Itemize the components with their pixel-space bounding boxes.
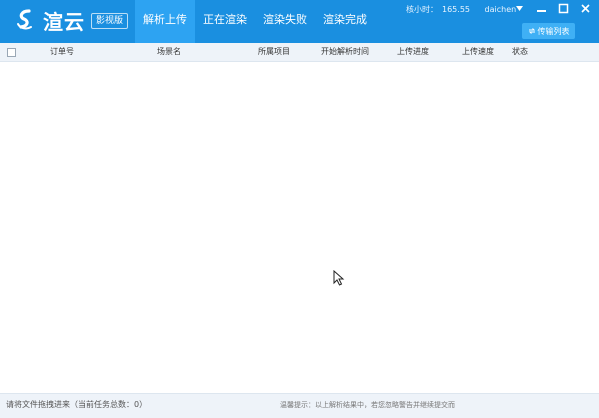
maximize-button[interactable] (552, 0, 574, 16)
menu-dropdown-button[interactable] (508, 0, 530, 16)
select-all-checkbox[interactable] (7, 48, 16, 57)
chevron-down-icon (515, 5, 523, 11)
column-header-status[interactable]: 状态 (512, 43, 528, 61)
column-header-parse-start-time[interactable]: 开始解析时间 (321, 43, 369, 61)
warning-tip: 温馨提示：以上解析结果中，若您忽略警告并继续提交而 (280, 401, 455, 409)
minimize-icon (536, 9, 546, 12)
balance-value: 165.55 (442, 5, 470, 14)
column-header-upload-speed[interactable]: 上传速度 (462, 43, 494, 61)
column-header-project[interactable]: 所属项目 (258, 43, 290, 61)
task-count-hint: 请将文件拖拽进来（当前任务总数：0） (6, 400, 148, 409)
app-logo: 渲云 影视版 (14, 6, 129, 34)
column-header-scene-name[interactable]: 场景名 (157, 43, 181, 61)
transfer-icon (528, 28, 535, 34)
status-bar: 请将文件拖拽进来（当前任务总数：0） 温馨提示：以上解析结果中，若您忽略警告并继… (0, 393, 599, 418)
title-bar: 渲云 影视版 解析上传 正在渲染 渲染失败 渲染完成 核小时： 165.55 da… (0, 0, 599, 43)
edition-badge: 影视版 (91, 13, 129, 29)
column-header-upload-progress[interactable]: 上传进度 (397, 43, 429, 61)
close-icon (580, 3, 590, 13)
logo-icon (17, 9, 32, 30)
transfer-list-button[interactable]: 传输列表 (522, 23, 575, 39)
tab-render-failed[interactable]: 渲染失败 (255, 0, 315, 43)
task-list-area[interactable] (0, 62, 599, 392)
window-controls (508, 0, 596, 16)
minimize-button[interactable] (530, 0, 552, 16)
tab-render-complete[interactable]: 渲染完成 (315, 0, 375, 43)
tab-parse-upload[interactable]: 解析上传 (135, 0, 195, 43)
balance-label: 核小时： (406, 5, 438, 14)
mouse-cursor-icon (333, 270, 345, 286)
column-header-order-id[interactable]: 订单号 (50, 43, 74, 61)
close-button[interactable] (574, 0, 596, 16)
tab-rendering[interactable]: 正在渲染 (195, 0, 255, 43)
app-name: 渲云 (43, 9, 85, 34)
account-info: 核小时： 165.55 daichen (406, 4, 520, 15)
transfer-list-label: 传输列表 (537, 26, 570, 36)
main-tabs: 解析上传 正在渲染 渲染失败 渲染完成 (135, 0, 375, 43)
maximize-icon (558, 3, 568, 13)
table-header: 订单号 场景名 所属项目 开始解析时间 上传进度 上传速度 状态 (0, 43, 599, 62)
